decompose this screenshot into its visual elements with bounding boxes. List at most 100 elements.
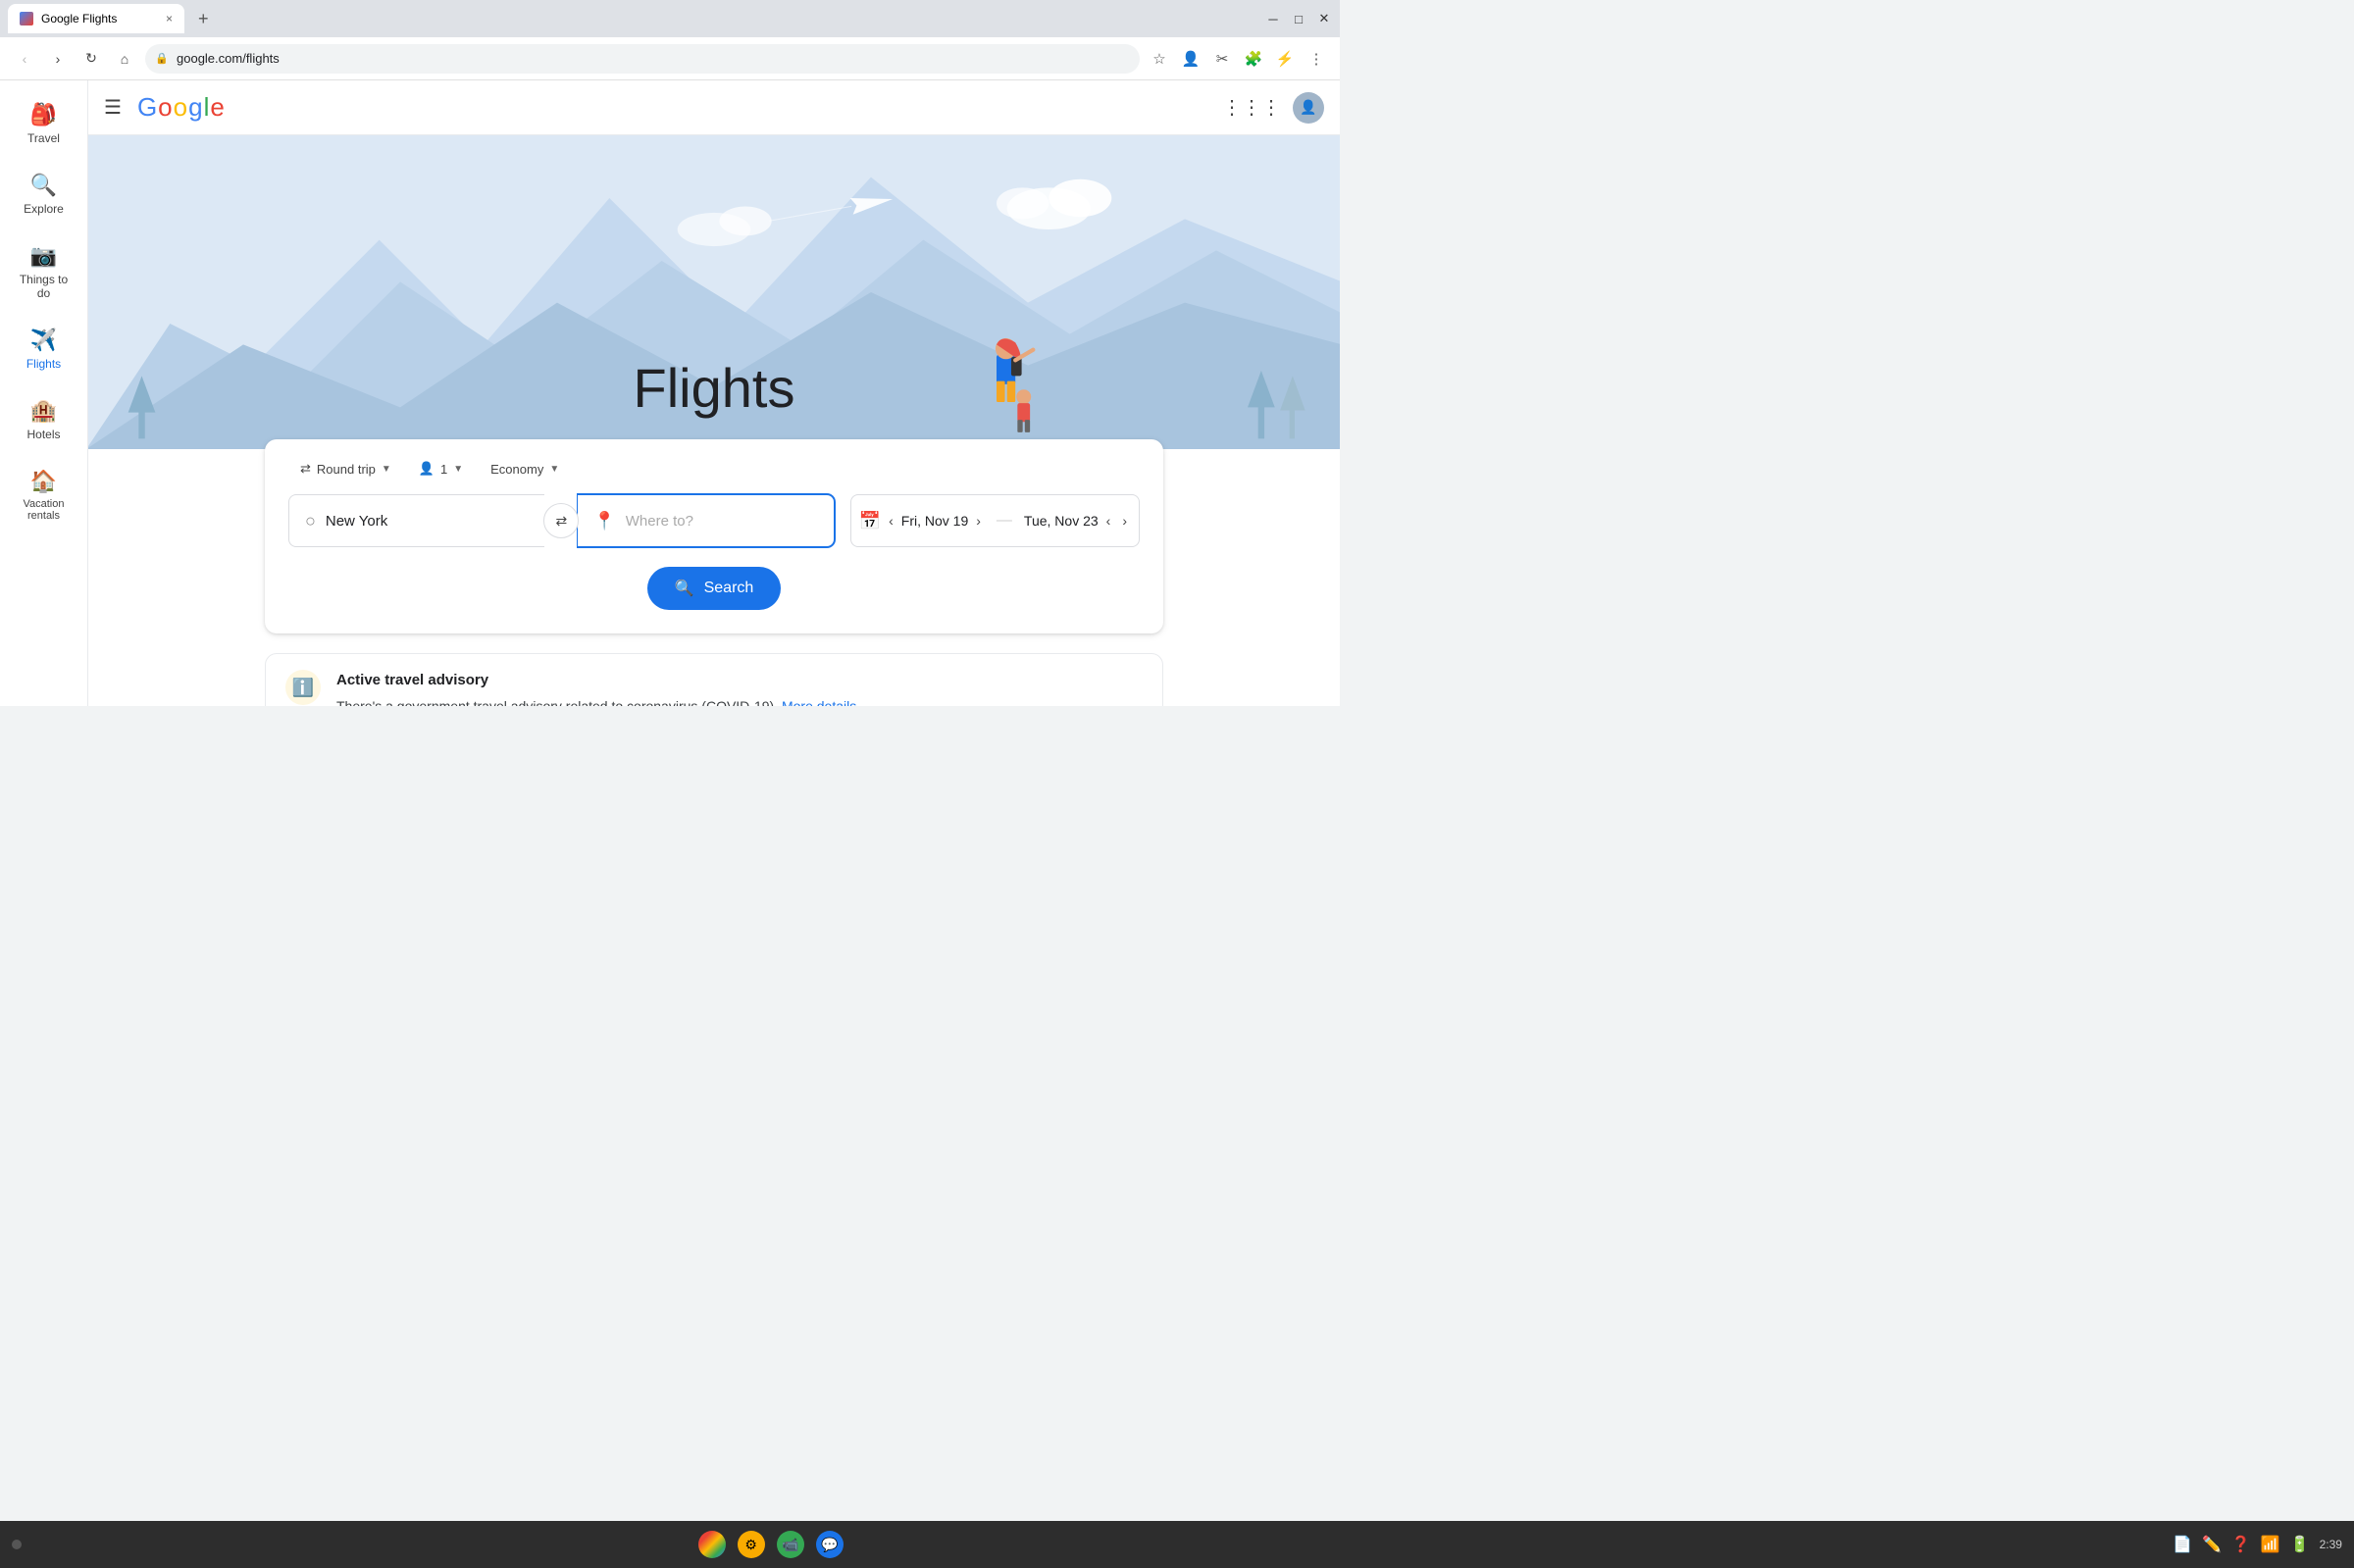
- trip-type-button[interactable]: ⇄ Round trip ▼: [288, 455, 403, 482]
- tab-title: Google Flights: [41, 12, 117, 25]
- origin-input[interactable]: [326, 513, 529, 530]
- taskbar-indicator: [12, 1540, 22, 1549]
- reload-button[interactable]: ↻: [78, 46, 104, 72]
- logo-l: l: [204, 92, 210, 123]
- browser-tab[interactable]: Google Flights ×: [8, 4, 184, 33]
- back-button[interactable]: ‹: [12, 46, 37, 72]
- sidebar: 🎒 Travel 🔍 Explore 📷 Things to do ✈️ Fli…: [0, 80, 88, 706]
- vacation-rentals-icon: 🏠: [30, 469, 57, 494]
- close-browser-button[interactable]: ✕: [1316, 11, 1332, 26]
- sidebar-item-travel[interactable]: 🎒 Travel: [8, 90, 79, 157]
- trip-type-arrow: ▼: [382, 464, 391, 475]
- swap-button[interactable]: ⇄: [543, 503, 579, 538]
- forward-button[interactable]: ›: [45, 46, 71, 72]
- sidebar-item-hotels[interactable]: 🏨 Hotels: [8, 386, 79, 453]
- profile-icon[interactable]: 👤: [1179, 47, 1203, 71]
- logo-g: G: [137, 92, 157, 123]
- passengers-arrow: ▼: [453, 464, 463, 475]
- main-content: ☰ G o o g l e ⋮⋮⋮ 👤: [88, 80, 1340, 706]
- cabin-class-label: Economy: [490, 462, 543, 477]
- logo-g2: g: [188, 92, 202, 123]
- taskbar-app-chat[interactable]: 💬: [816, 1531, 844, 1558]
- depart-date-nav-prev[interactable]: ‹: [885, 513, 897, 529]
- minimize-button[interactable]: ─: [1265, 11, 1281, 26]
- sidebar-item-label-explore: Explore: [24, 202, 64, 216]
- extension-icon[interactable]: ⚡: [1273, 47, 1297, 71]
- scissors-icon[interactable]: ✂: [1210, 47, 1234, 71]
- taskbar-help-icon[interactable]: ❓: [2231, 1535, 2251, 1554]
- menu-dots-icon[interactable]: ⋮: [1305, 47, 1328, 71]
- search-button[interactable]: 🔍 Search: [647, 567, 782, 610]
- taskbar-battery-icon: 🔋: [2290, 1535, 2310, 1554]
- taskbar-app-chrome[interactable]: [698, 1531, 726, 1558]
- origin-icon: ○: [305, 511, 316, 531]
- browser-toolbar: ‹ › ↻ ⌂ 🔒 ☆ 👤 ✂ 🧩 ⚡ ⋮: [0, 37, 1340, 80]
- google-menu-icon[interactable]: ☰: [104, 95, 122, 120]
- page-layout: 🎒 Travel 🔍 Explore 📷 Things to do ✈️ Fli…: [0, 80, 1340, 706]
- sidebar-item-label-hotels: Hotels: [26, 428, 60, 441]
- address-bar[interactable]: [145, 44, 1140, 74]
- sidebar-item-label-flights: Flights: [26, 357, 61, 371]
- browser-controls: ─ □ ✕: [1265, 11, 1332, 26]
- sidebar-item-label-things-to-do: Things to do: [16, 273, 72, 300]
- sidebar-item-label-vacation-rentals: Vacation rentals: [16, 498, 72, 522]
- google-bar-right: ⋮⋮⋮ 👤: [1222, 92, 1324, 124]
- search-panel: ⇄ Round trip ▼ 👤 1 ▼ Economy ▼ ○: [265, 439, 1163, 633]
- date-separator: —: [997, 512, 1012, 530]
- sidebar-item-explore[interactable]: 🔍 Explore: [8, 161, 79, 228]
- taskbar-app-settings[interactable]: ⚙: [738, 1531, 765, 1558]
- google-apps-icon[interactable]: ⋮⋮⋮: [1222, 95, 1281, 120]
- taskbar-wifi-icon: 📶: [2261, 1535, 2280, 1554]
- taskbar: ⚙ 📹 💬 📄 ✏️ ❓ 📶 🔋 2:39: [0, 1521, 2354, 1568]
- passengers-icon: 👤: [419, 461, 435, 477]
- page-title: Flights: [634, 356, 795, 420]
- return-date-nav-prev[interactable]: ‹: [1102, 513, 1115, 529]
- explore-icon: 🔍: [30, 173, 57, 198]
- taskbar-time: 2:39: [2320, 1538, 2342, 1551]
- passengers-button[interactable]: 👤 1 ▼: [407, 455, 475, 482]
- search-button-icon: 🔍: [675, 579, 694, 598]
- bookmark-icon[interactable]: ☆: [1148, 47, 1171, 71]
- hero-section: Flights: [88, 135, 1340, 449]
- search-button-label: Search: [704, 580, 754, 597]
- tab-close-button[interactable]: ×: [166, 12, 173, 25]
- new-tab-button[interactable]: +: [192, 9, 215, 29]
- user-avatar[interactable]: 👤: [1293, 92, 1324, 124]
- origin-field[interactable]: ○: [288, 494, 544, 547]
- sidebar-item-things-to-do[interactable]: 📷 Things to do: [8, 231, 79, 312]
- hotels-icon: 🏨: [30, 398, 57, 424]
- return-date-label: Tue, Nov 23: [1024, 513, 1099, 529]
- destination-input[interactable]: [626, 513, 818, 530]
- search-options: ⇄ Round trip ▼ 👤 1 ▼ Economy ▼: [288, 455, 1140, 482]
- return-date-nav-next[interactable]: ›: [1118, 513, 1131, 529]
- sidebar-item-vacation-rentals[interactable]: 🏠 Vacation rentals: [8, 457, 79, 533]
- things-to-do-icon: 📷: [30, 243, 57, 269]
- logo-o1: o: [158, 92, 172, 123]
- browser-chrome: Google Flights × + ─ □ ✕: [0, 0, 1340, 37]
- advisory-text: Active travel advisory There's a governm…: [336, 670, 856, 706]
- lock-icon: 🔒: [155, 52, 169, 65]
- depart-date-label: Fri, Nov 19: [901, 513, 968, 529]
- advisory-banner: ℹ️ Active travel advisory There's a gove…: [265, 653, 1163, 706]
- taskbar-doc-icon[interactable]: 📄: [2173, 1535, 2192, 1554]
- cabin-class-button[interactable]: Economy ▼: [479, 456, 571, 482]
- logo-o2: o: [174, 92, 187, 123]
- tab-favicon: [20, 12, 33, 25]
- advisory-more-details-link[interactable]: More details: [782, 698, 856, 707]
- travel-icon: 🎒: [30, 102, 57, 127]
- depart-date-nav-next[interactable]: ›: [972, 513, 985, 529]
- sidebar-item-flights[interactable]: ✈️ Flights: [8, 316, 79, 382]
- taskbar-pen-icon[interactable]: ✏️: [2202, 1535, 2222, 1554]
- info-icon: ℹ️: [292, 678, 314, 698]
- taskbar-app-meet[interactable]: 📹: [777, 1531, 804, 1558]
- address-bar-wrap: 🔒: [145, 44, 1140, 74]
- home-button[interactable]: ⌂: [112, 46, 137, 72]
- maximize-button[interactable]: □: [1291, 11, 1306, 26]
- google-logo: G o o g l e: [137, 92, 225, 123]
- date-range-field[interactable]: 📅 ‹ Fri, Nov 19 › — Tue, Nov 23 ‹ ›: [850, 494, 1140, 547]
- passengers-label: 1: [440, 462, 447, 477]
- flights-icon: ✈️: [30, 328, 57, 353]
- destination-field[interactable]: 📍: [578, 494, 834, 547]
- puzzle-icon[interactable]: 🧩: [1242, 47, 1265, 71]
- trip-type-label: Round trip: [317, 462, 376, 477]
